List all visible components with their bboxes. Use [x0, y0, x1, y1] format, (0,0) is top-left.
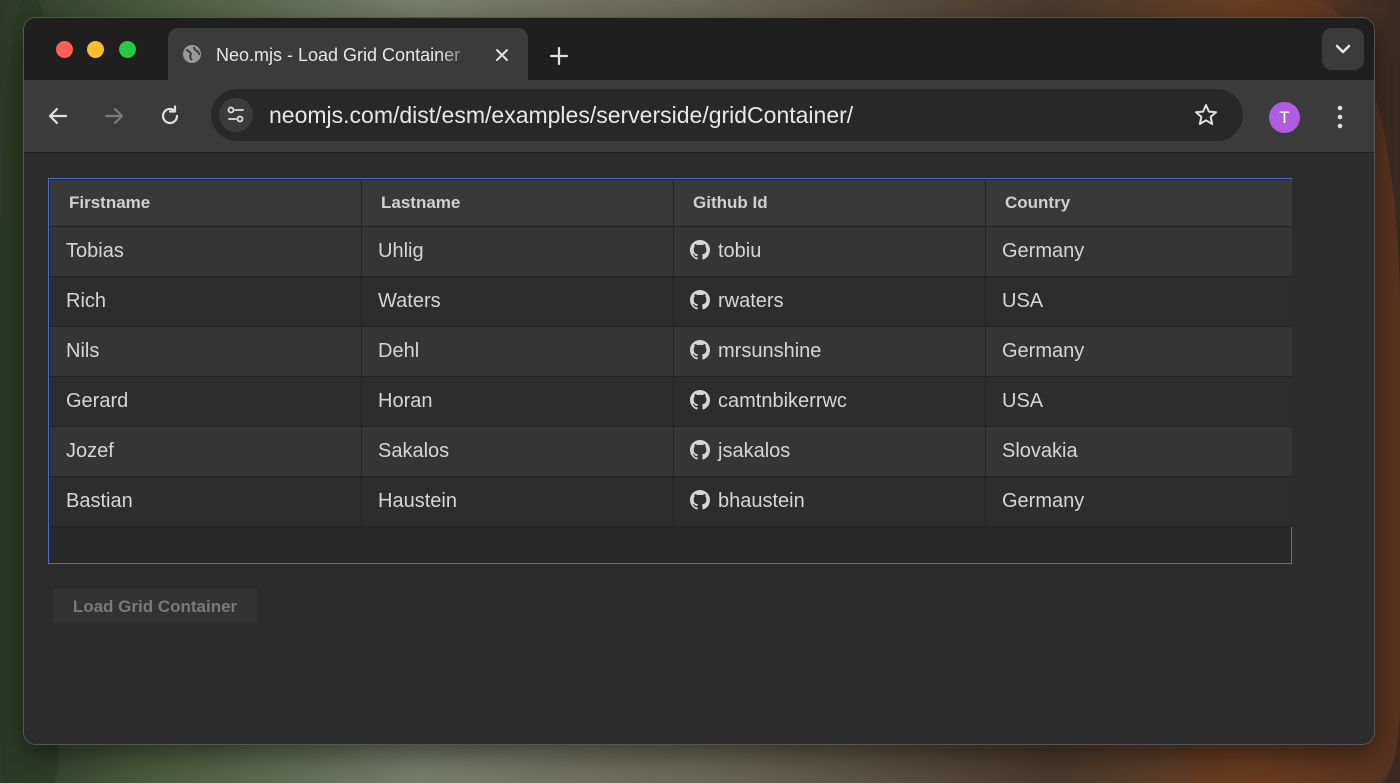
data-grid: Firstname Lastname Github Id Country Tob…	[50, 180, 1292, 527]
load-grid-container-button[interactable]: Load Grid Container	[53, 589, 257, 623]
browser-toolbar: neomjs.com/dist/esm/examples/serverside/…	[24, 80, 1374, 153]
cell-country[interactable]: Germany	[985, 226, 1292, 277]
cell-lastname[interactable]: Dehl	[361, 326, 674, 377]
forward-arrow-icon[interactable]	[102, 104, 126, 128]
url-text[interactable]: neomjs.com/dist/esm/examples/serverside/…	[269, 102, 853, 129]
cell-firstname[interactable]: Bastian	[50, 476, 362, 527]
tune-icon	[227, 106, 244, 123]
cell-firstname[interactable]: Nils	[50, 326, 362, 377]
table-row[interactable]: Tobias Uhlig tobiu Germany	[50, 226, 1292, 277]
minimize-window-button[interactable]	[87, 41, 104, 58]
tab-search-button[interactable]	[1322, 28, 1364, 70]
grid-container: Firstname Lastname Github Id Country Tob…	[48, 178, 1292, 564]
cell-github-id[interactable]: tobiu	[673, 226, 986, 277]
github-icon	[690, 340, 710, 360]
column-header-country[interactable]: Country	[985, 180, 1292, 227]
reload-icon[interactable]	[158, 104, 182, 128]
tab-title: Neo.mjs - Load Grid Container	[216, 45, 461, 65]
github-icon	[690, 240, 710, 260]
grid-body: Tobias Uhlig tobiu Germany Rich Waters rwaters…	[50, 226, 1292, 527]
maximize-window-button[interactable]	[119, 41, 136, 58]
cell-firstname[interactable]: Tobias	[50, 226, 362, 277]
page-content: Firstname Lastname Github Id Country Tob…	[24, 153, 1374, 744]
browser-window: Neo.mjs - Load Grid Container neomjs.com…	[24, 18, 1374, 744]
cell-github-id[interactable]: mrsunshine	[673, 326, 986, 377]
globe-icon	[183, 45, 201, 63]
cell-country[interactable]: Slovakia	[985, 426, 1292, 477]
column-header-lastname[interactable]: Lastname	[361, 180, 674, 227]
cell-github-id[interactable]: camtnbikerrwc	[673, 376, 986, 427]
table-row[interactable]: Gerard Horan camtnbikerrwc USA	[50, 376, 1292, 427]
cell-country[interactable]: Germany	[985, 476, 1292, 527]
cell-country[interactable]: USA	[985, 376, 1292, 427]
github-username: bhaustein	[718, 490, 805, 512]
cell-github-id[interactable]: rwaters	[673, 276, 986, 327]
cell-lastname[interactable]: Sakalos	[361, 426, 674, 477]
github-icon	[690, 290, 710, 310]
cell-country[interactable]: Germany	[985, 326, 1292, 377]
chevron-down-icon	[1335, 44, 1351, 54]
github-username: rwaters	[718, 290, 784, 312]
github-icon	[690, 440, 710, 460]
column-header-firstname[interactable]: Firstname	[50, 180, 362, 227]
more-vert-icon[interactable]	[1330, 102, 1350, 132]
github-icon	[690, 490, 710, 510]
close-window-button[interactable]	[56, 41, 73, 58]
profile-avatar[interactable]: T	[1269, 102, 1300, 133]
cell-lastname[interactable]: Horan	[361, 376, 674, 427]
github-username: jsakalos	[718, 440, 791, 462]
cell-lastname[interactable]: Uhlig	[361, 226, 674, 277]
address-bar[interactable]: neomjs.com/dist/esm/examples/serverside/…	[211, 89, 1243, 141]
bookmark-star-icon[interactable]	[1193, 102, 1219, 128]
github-username: mrsunshine	[718, 340, 822, 362]
cell-github-id[interactable]: bhaustein	[673, 476, 986, 527]
github-username: tobiu	[718, 240, 762, 262]
cell-firstname[interactable]: Rich	[50, 276, 362, 327]
new-tab-icon[interactable]	[548, 45, 570, 67]
cell-firstname[interactable]: Gerard	[50, 376, 362, 427]
grid-header-row: Firstname Lastname Github Id Country	[50, 180, 1292, 227]
table-row[interactable]: Nils Dehl mrsunshine Germany	[50, 326, 1292, 377]
column-header-github-id[interactable]: Github Id	[673, 180, 986, 227]
table-row[interactable]: Bastian Haustein bhaustein Germany	[50, 476, 1292, 527]
github-icon	[690, 390, 710, 410]
cell-lastname[interactable]: Waters	[361, 276, 674, 327]
cell-firstname[interactable]: Jozef	[50, 426, 362, 477]
site-info-button[interactable]	[219, 98, 253, 132]
tab-bar: Neo.mjs - Load Grid Container	[24, 18, 1374, 80]
table-row[interactable]: Rich Waters rwaters USA	[50, 276, 1292, 327]
close-icon[interactable]	[492, 45, 512, 65]
cell-github-id[interactable]: jsakalos	[673, 426, 986, 477]
cell-country[interactable]: USA	[985, 276, 1292, 327]
back-arrow-icon[interactable]	[46, 104, 70, 128]
github-username: camtnbikerrwc	[718, 390, 847, 412]
active-tab[interactable]: Neo.mjs - Load Grid Container	[168, 28, 528, 80]
table-row[interactable]: Jozef Sakalos jsakalos Slovakia	[50, 426, 1292, 477]
cell-lastname[interactable]: Haustein	[361, 476, 674, 527]
